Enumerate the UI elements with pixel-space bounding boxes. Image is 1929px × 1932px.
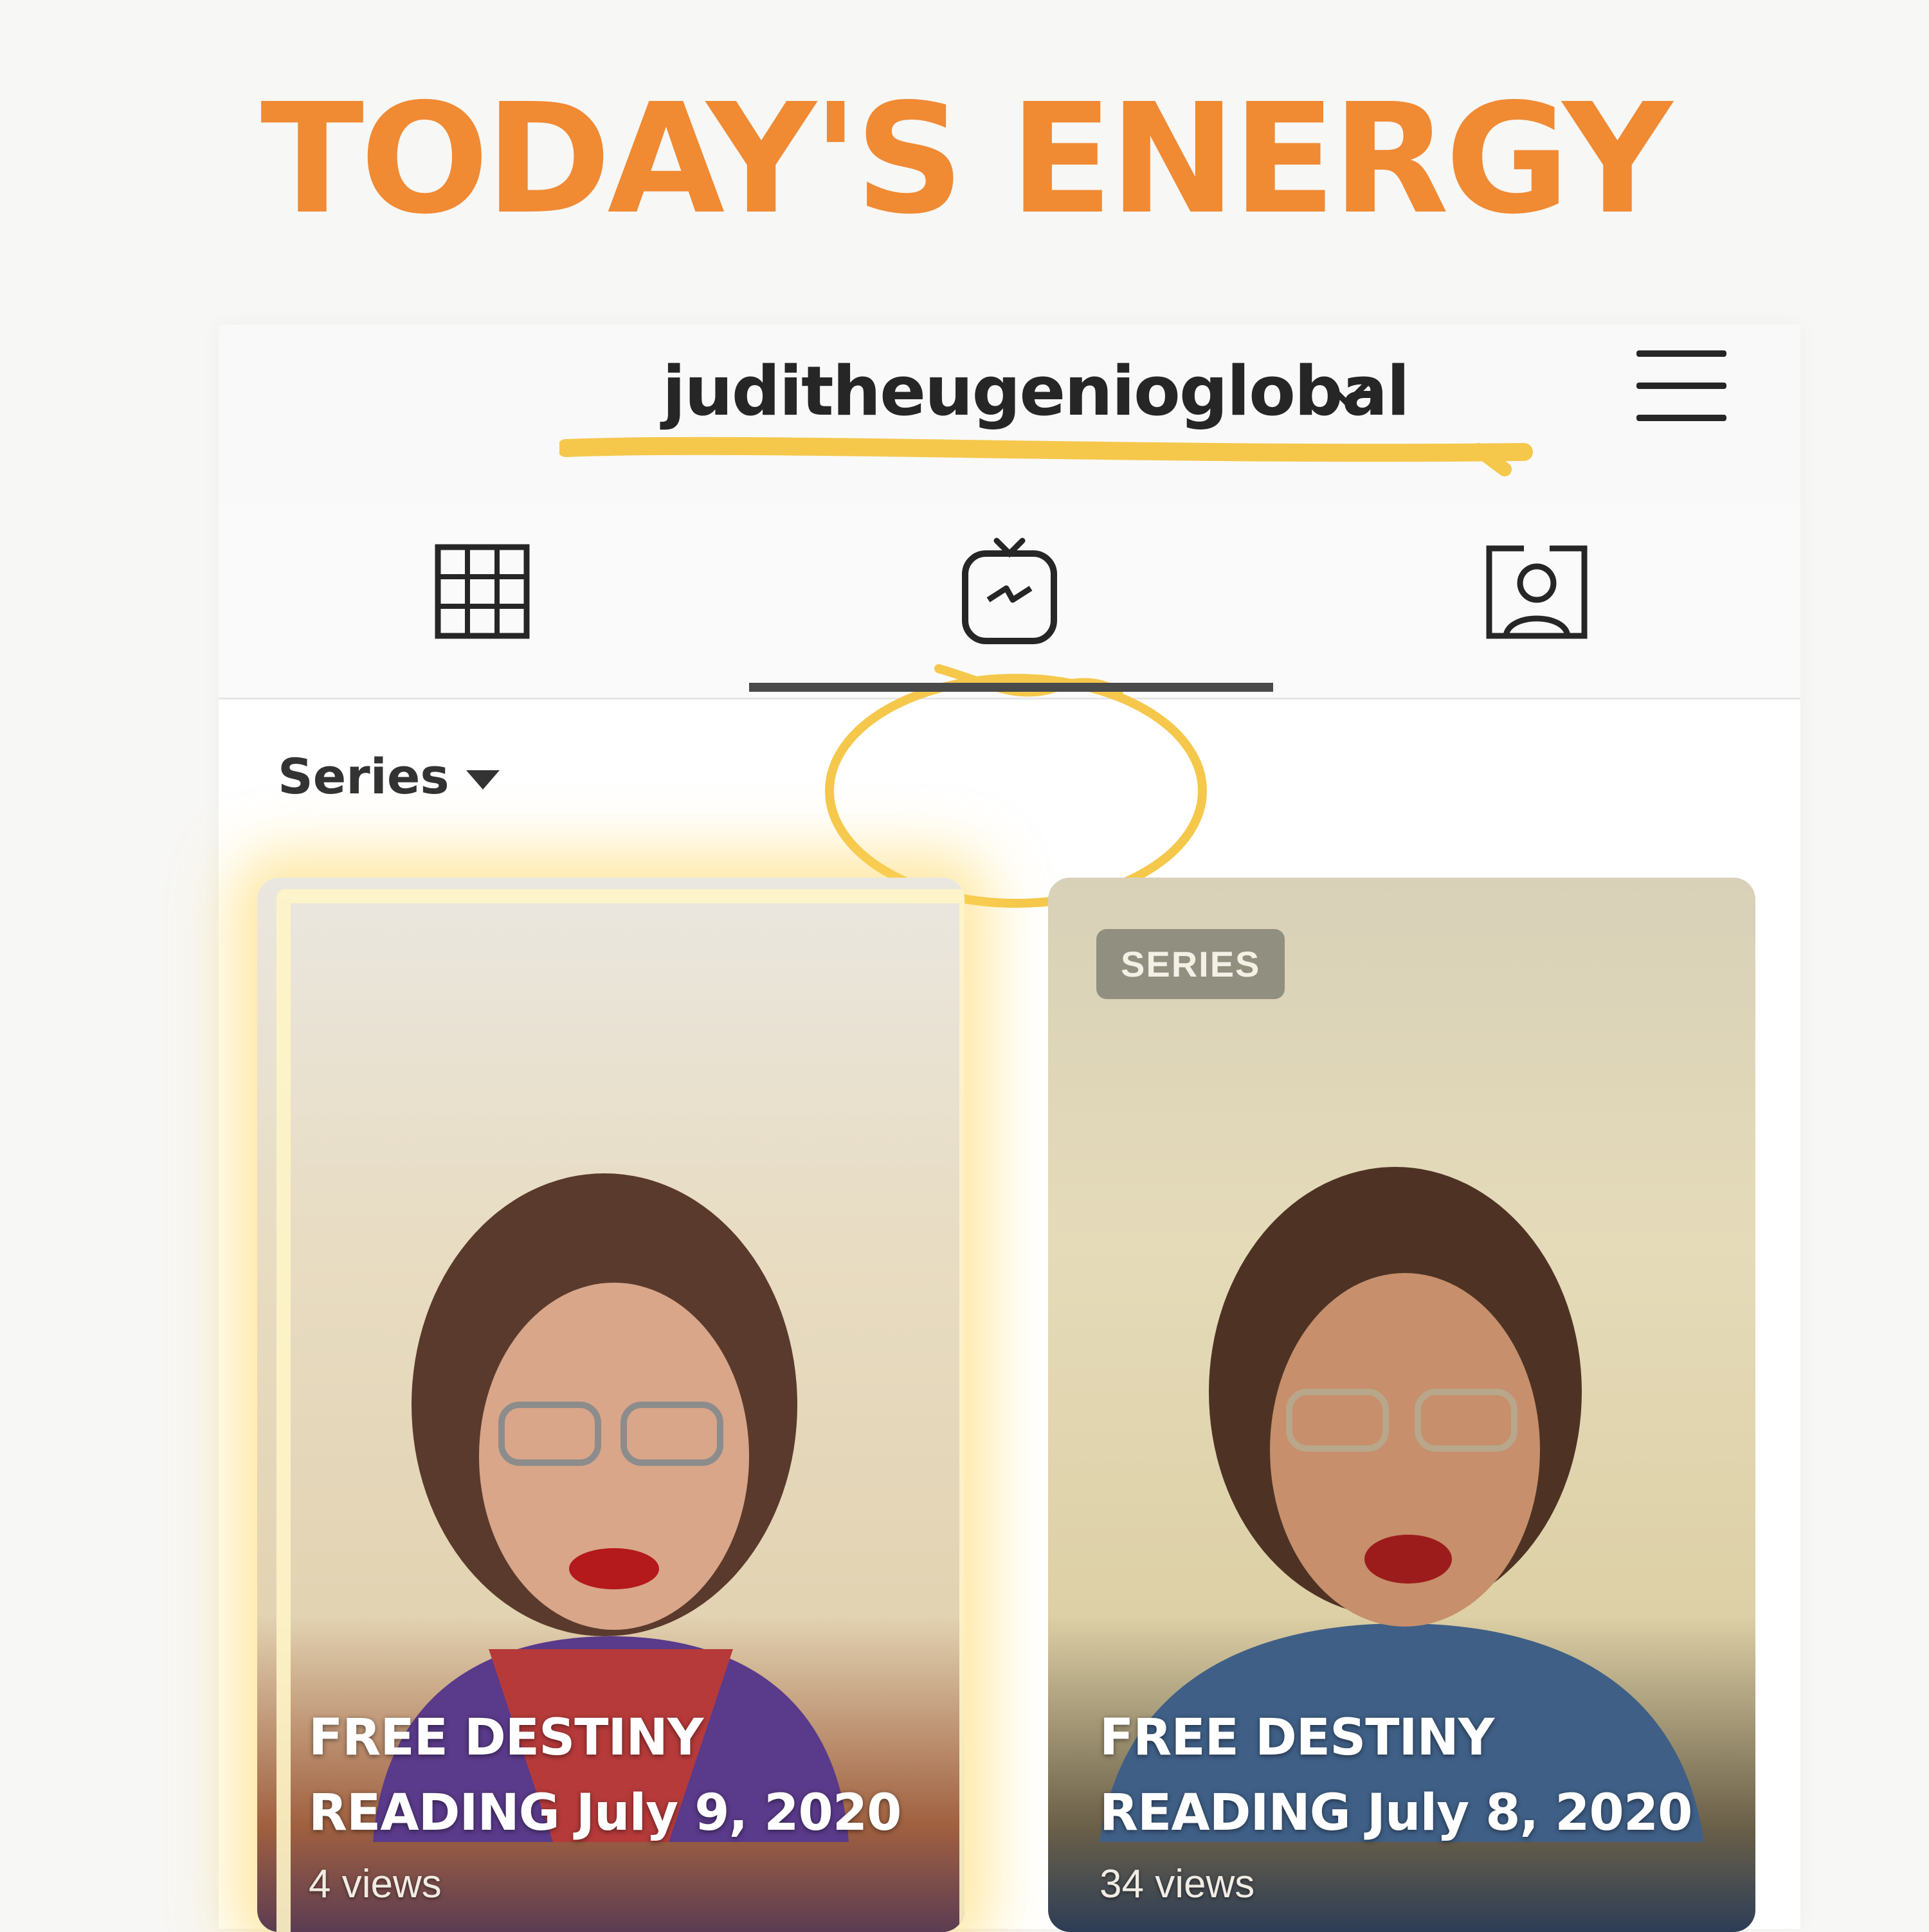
series-badge: SERIES [1096,929,1285,999]
video-card[interactable]: SERIES FREE DESTINY READING July 8, 2020… [1048,878,1755,1932]
series-filter-dropdown[interactable]: Series [278,748,500,805]
tagged-icon [1486,545,1588,639]
tab-grid[interactable] [219,505,746,698]
highlight-underline [559,437,1533,476]
headline: TODAY'S ENERGY [260,71,1672,248]
username[interactable]: juditheugenioglobal [662,350,1410,432]
hamburger-menu-icon[interactable] [1636,344,1726,428]
tab-igtv[interactable] [746,505,1273,698]
video-card[interactable]: FREE DESTINY READING July 9, 2020 4 view… [257,878,964,1932]
view-count: 34 views [1100,1862,1255,1906]
tab-tagged[interactable] [1273,505,1800,698]
view-count: 4 views [309,1862,442,1906]
profile-tabs [219,505,1800,908]
igtv-icon [962,537,1057,644]
caret-down-icon [466,770,500,790]
profile-panel: juditheugenioglobal Series FREE DESTINY … [219,325,1800,1932]
grid-icon [435,544,530,639]
video-title: FREE DESTINY READING July 9, 2020 [309,1709,901,1842]
chevron-down-icon[interactable] [1318,365,1376,422]
profile-header: juditheugenioglobal [219,325,1800,507]
series-filter-label: Series [278,748,449,805]
video-title: FREE DESTINY READING July 8, 2020 [1100,1709,1692,1842]
active-tab-indicator [749,683,1273,692]
